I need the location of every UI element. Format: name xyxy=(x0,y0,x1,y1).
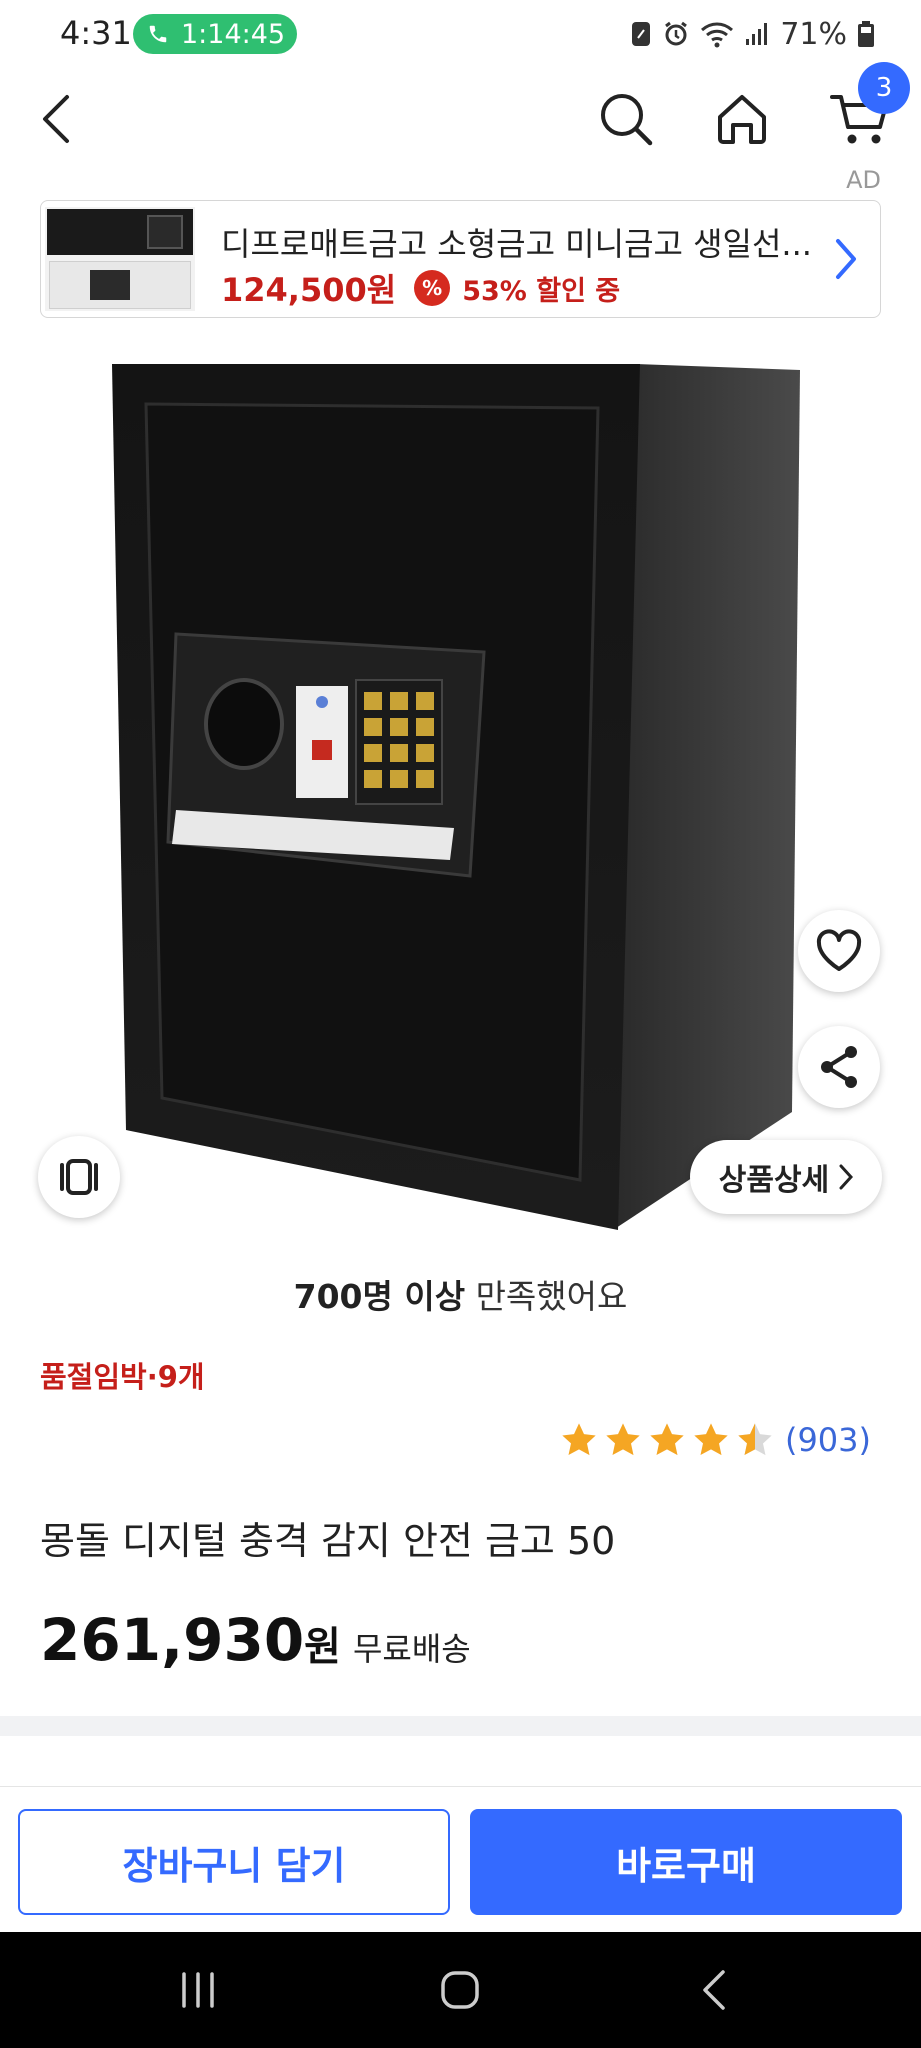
wifi-icon xyxy=(700,20,734,48)
product-image[interactable] xyxy=(0,340,921,1240)
top-nav xyxy=(0,66,921,172)
home-button[interactable] xyxy=(706,66,778,172)
phone-icon xyxy=(149,25,167,43)
back-button[interactable] xyxy=(22,66,92,172)
recents-button[interactable] xyxy=(138,1932,258,2048)
chevron-right-icon xyxy=(839,1164,854,1190)
star-icon xyxy=(562,1423,596,1456)
product-detail-label: 상품상세 xyxy=(718,1163,830,1198)
home-circle-icon xyxy=(441,1971,479,2009)
heart-icon xyxy=(816,929,862,971)
share-button[interactable] xyxy=(798,1026,880,1108)
rating[interactable]: (903) xyxy=(559,1420,871,1460)
call-pill[interactable]: 1:14:45 xyxy=(133,14,297,54)
back-icon xyxy=(43,95,69,143)
ad-label: AD xyxy=(846,166,881,194)
section-divider xyxy=(0,1716,921,1736)
star-half-icon xyxy=(738,1423,772,1456)
satisfaction-count: 700명 이상 xyxy=(293,1277,466,1316)
signal-icon xyxy=(744,21,770,47)
gallery-icon xyxy=(60,1159,98,1195)
shipping-label: 무료배송 xyxy=(352,1630,471,1668)
cart-count-badge: 3 xyxy=(858,62,910,114)
stock-status: 품절임박·9개 xyxy=(40,1360,205,1394)
ad-price: 124,500원 xyxy=(221,271,397,309)
system-back-button[interactable] xyxy=(654,1932,774,2048)
call-duration: 1:14:45 xyxy=(181,18,286,50)
product-price: 261,930 xyxy=(40,1606,305,1674)
star-rating xyxy=(559,1420,775,1460)
star-icon xyxy=(694,1423,728,1456)
system-nav-bar xyxy=(0,1932,921,2048)
product-title: 몽돌 디지털 충격 감지 안전 금고 50 xyxy=(40,1519,616,1563)
star-icon xyxy=(606,1423,640,1456)
add-to-cart-button[interactable]: 장바구니 담기 xyxy=(18,1809,450,1915)
status-bar: 4:31 1:14:45 71% xyxy=(0,0,921,66)
satisfaction-rest: 만족했어요 xyxy=(465,1277,628,1316)
search-icon xyxy=(601,94,653,146)
ad-discount: 53% 할인 중 xyxy=(462,275,621,307)
star-icon xyxy=(650,1423,684,1456)
search-button[interactable] xyxy=(590,66,662,172)
nfc-icon xyxy=(630,20,652,48)
battery-text: 71% xyxy=(780,16,847,52)
status-icons: 71% xyxy=(630,14,875,54)
ad-price-row: 124,500원 % 53% 할인 중 xyxy=(221,265,620,311)
home-icon xyxy=(718,95,766,144)
chevron-right-icon xyxy=(832,235,860,287)
share-icon xyxy=(821,1046,857,1088)
price-currency: 원 xyxy=(304,1624,341,1670)
favorite-button[interactable] xyxy=(798,910,880,992)
recents-icon xyxy=(182,1972,214,2008)
buy-now-button[interactable]: 바로구매 xyxy=(470,1809,902,1915)
price-row: 261,930 원 무료배송 xyxy=(40,1606,471,1674)
alarm-icon xyxy=(662,20,690,48)
product-detail-button[interactable]: 상품상세 xyxy=(690,1140,882,1214)
system-home-button[interactable] xyxy=(400,1932,520,2048)
ad-title: 디프로매트금고 소형금고 미니금고 생일선... xyxy=(221,225,812,263)
satisfaction-text: 700명 이상 만족했어요 xyxy=(0,1270,921,1318)
back-arrow-icon xyxy=(703,1970,725,2010)
bottom-action-bar: 장바구니 담기 바로구매 xyxy=(0,1786,921,1932)
battery-icon xyxy=(857,20,875,48)
image-gallery-button[interactable] xyxy=(38,1136,120,1218)
status-time: 4:31 xyxy=(60,14,132,52)
ad-thumbnail xyxy=(45,207,195,311)
discount-icon: % xyxy=(414,270,451,306)
ad-banner[interactable]: 디프로매트금고 소형금고 미니금고 생일선... 124,500원 % 53% … xyxy=(40,200,881,318)
review-count[interactable]: (903) xyxy=(785,1421,871,1459)
